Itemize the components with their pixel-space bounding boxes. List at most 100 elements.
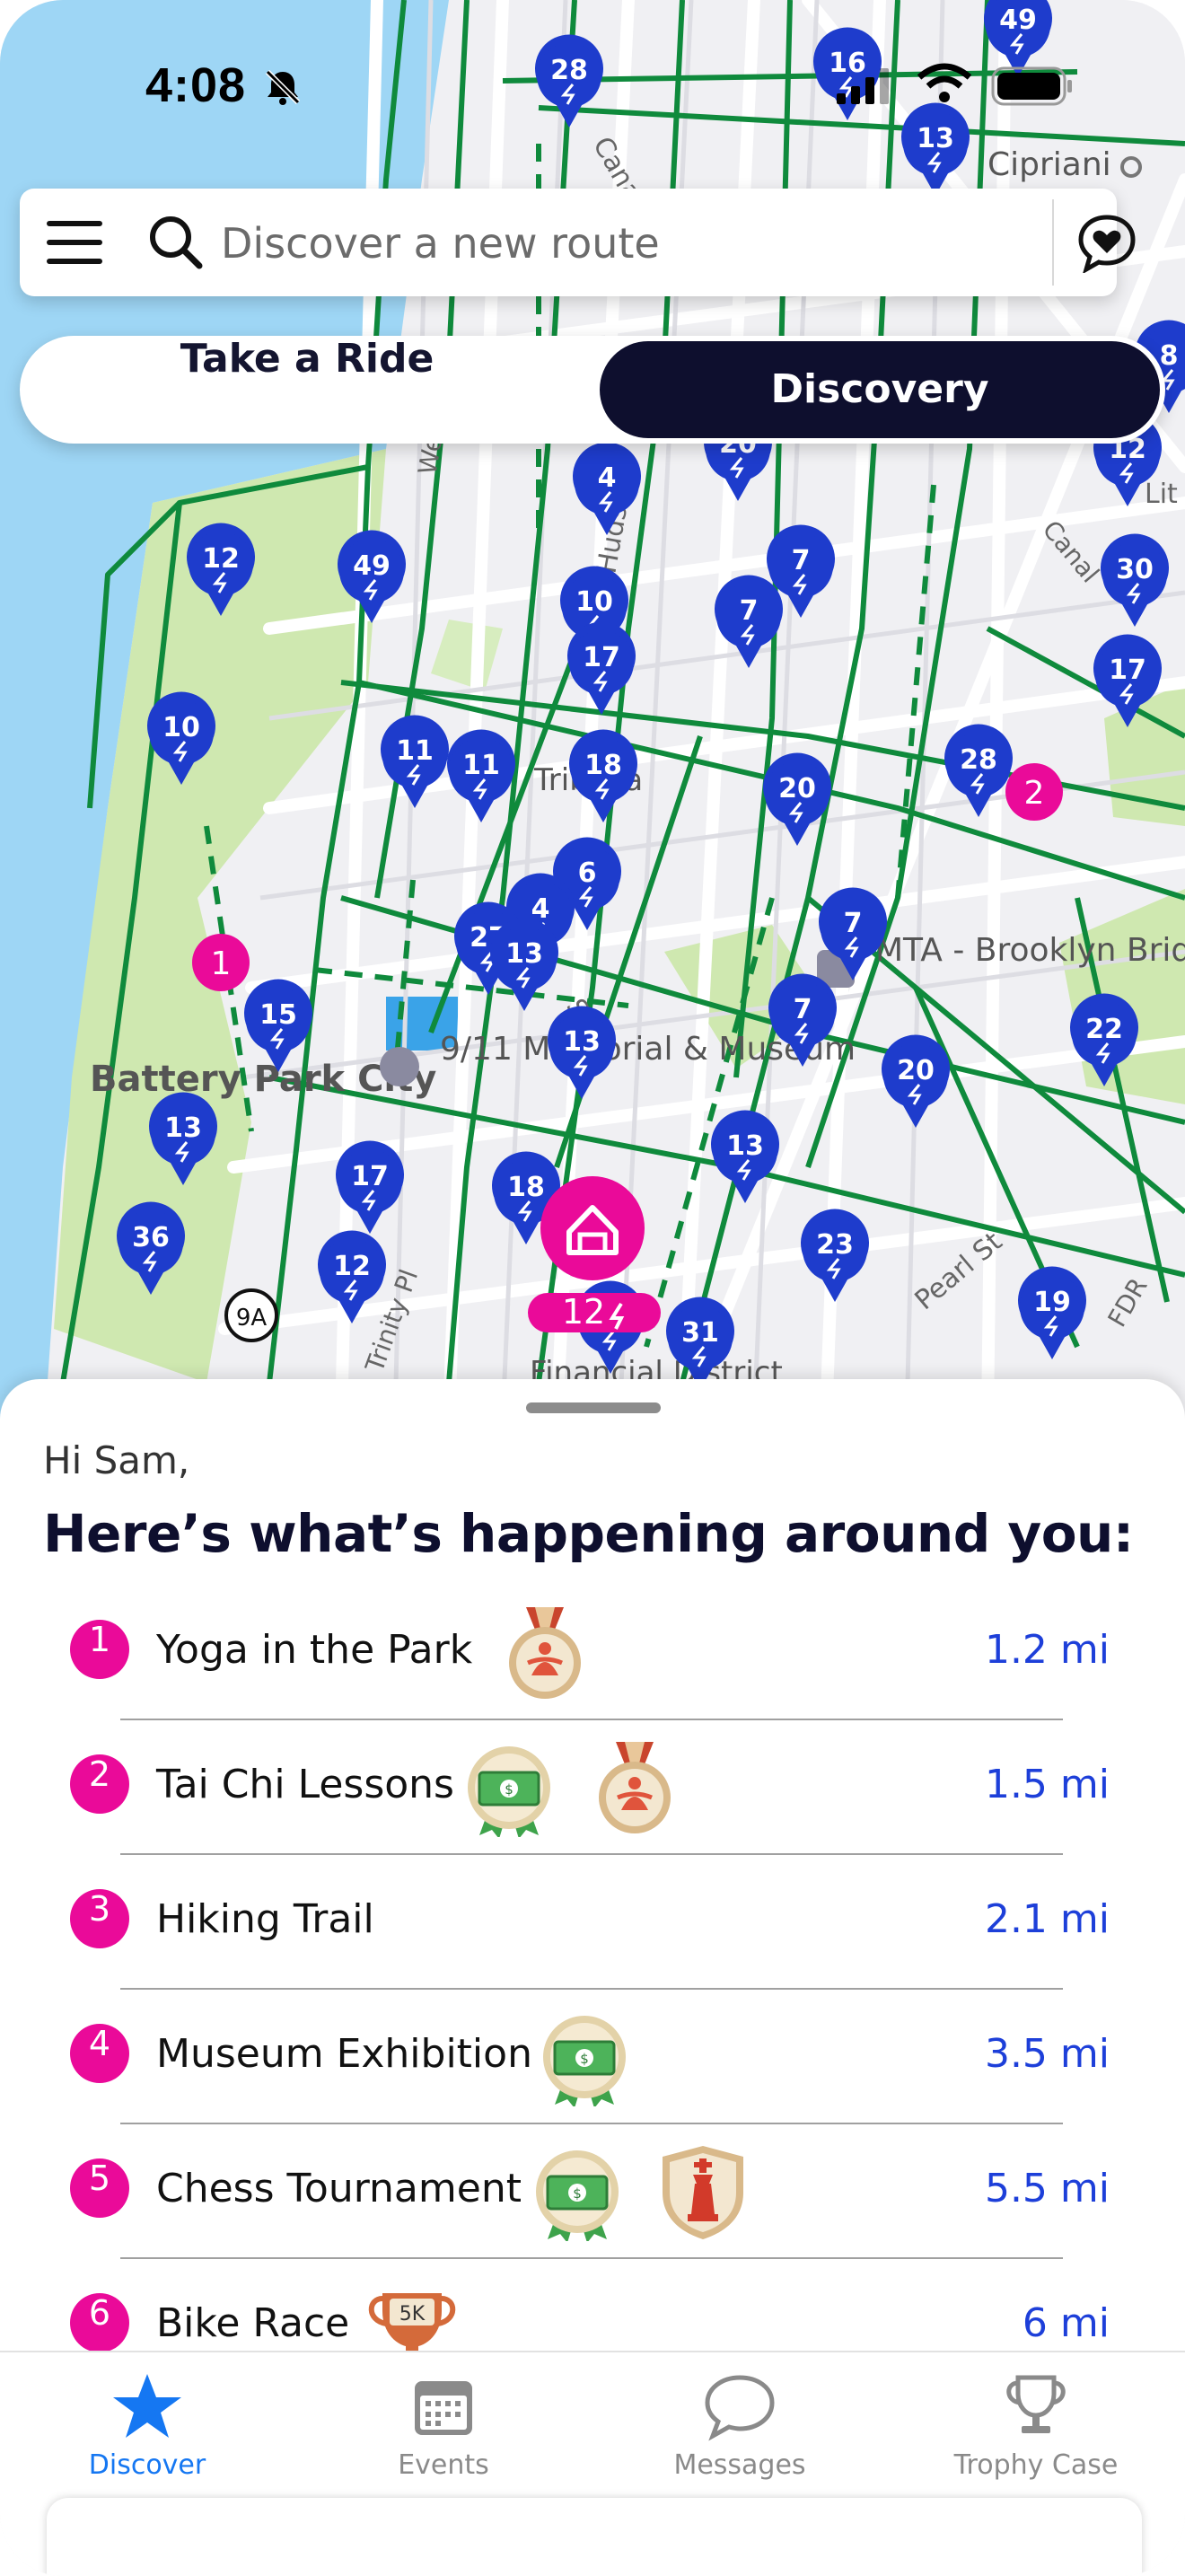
discovery-tab[interactable]: Discovery bbox=[600, 341, 1160, 438]
bike-station-count: 49 bbox=[353, 550, 391, 582]
tab-messages[interactable]: Messages bbox=[650, 2370, 830, 2505]
chess-shield-icon bbox=[663, 2146, 743, 2239]
bike-station-count: 17 bbox=[583, 642, 620, 673]
greeting-text: Hi Sam, bbox=[43, 1438, 190, 1482]
search-input[interactable] bbox=[219, 214, 1031, 273]
map-label-mta: MTA - Brooklyn Bridge - City Hall bbox=[875, 932, 1185, 969]
bike-station-count: 17 bbox=[351, 1161, 389, 1192]
bike-station-count: 4 bbox=[598, 462, 617, 494]
chat-bubble-icon bbox=[705, 2375, 775, 2441]
event-name: Bike Race bbox=[156, 2300, 350, 2346]
take-a-ride-tab[interactable]: Take a Ride bbox=[20, 336, 594, 444]
cash-badge-icon: $ bbox=[468, 1746, 550, 1837]
event-distance: 5.5 mi bbox=[984, 2166, 1110, 2211]
status-bar: 4:08 bbox=[0, 54, 1185, 117]
event-distance: 1.5 mi bbox=[984, 1762, 1110, 1807]
event-row-hiking[interactable]: 3 Hiking Trail 2.1 mi bbox=[0, 1855, 1185, 1990]
svg-text:2: 2 bbox=[1024, 775, 1045, 812]
mode-toggle: Take a Ride Discovery bbox=[20, 336, 1165, 444]
svg-text:12: 12 bbox=[562, 1292, 605, 1332]
bike-station-count: 10 bbox=[162, 712, 200, 743]
bike-station-count: 13 bbox=[505, 938, 543, 970]
event-distance: 3.5 mi bbox=[984, 2031, 1110, 2077]
tab-label: Events bbox=[398, 2449, 489, 2481]
bike-station-count: 22 bbox=[1085, 1014, 1123, 1045]
bell-muted-icon bbox=[265, 69, 301, 105]
tab-events[interactable]: Events bbox=[354, 2370, 533, 2505]
route-9a-label: 9A bbox=[236, 1305, 268, 1332]
bike-station-count: 7 bbox=[792, 545, 811, 576]
event-marker-1[interactable]: 1 bbox=[192, 934, 250, 991]
bike-station-count: 15 bbox=[259, 999, 297, 1031]
sheet-heading: Here’s what’s happening around you: bbox=[43, 1503, 1134, 1564]
hamburger-menu-icon[interactable] bbox=[47, 221, 102, 264]
tab-discover[interactable]: Discover bbox=[57, 2370, 237, 2505]
bike-station-count: 8 bbox=[1160, 340, 1179, 372]
bike-station-count: 13 bbox=[917, 123, 954, 154]
event-row-museum[interactable]: 4 Museum Exhibition $ 3.5 mi bbox=[0, 1990, 1185, 2124]
svg-text:$: $ bbox=[573, 2185, 582, 2202]
event-number-badge: 1 bbox=[70, 1620, 129, 1679]
meditation-medal-icon bbox=[509, 1607, 581, 1699]
wifi-icon bbox=[917, 63, 971, 102]
event-name: Hiking Trail bbox=[156, 1896, 374, 1942]
tab-label: Discover bbox=[88, 2449, 206, 2481]
event-number-badge: 6 bbox=[70, 2293, 129, 2352]
svg-text:5K: 5K bbox=[399, 2303, 426, 2325]
event-badges: $ bbox=[535, 2008, 634, 2106]
bike-station-count: 11 bbox=[462, 750, 500, 781]
event-row-chess[interactable]: 5 Chess Tournament $ 5.5 mi bbox=[0, 2124, 1185, 2259]
museum-poi-icon bbox=[380, 1047, 419, 1086]
event-marker-2[interactable]: 2 bbox=[1005, 763, 1063, 821]
search-icon bbox=[150, 216, 203, 269]
event-number-badge: 5 bbox=[70, 2158, 129, 2218]
bike-station-count: 20 bbox=[778, 773, 816, 804]
cash-badge-icon: $ bbox=[536, 2150, 619, 2241]
star-icon bbox=[113, 2374, 181, 2438]
peek-card[interactable] bbox=[47, 2498, 1142, 2576]
event-name: Yoga in the Park bbox=[156, 1627, 473, 1673]
bike-station-count: 23 bbox=[816, 1229, 854, 1261]
sheet-drag-handle[interactable] bbox=[526, 1402, 661, 1413]
bike-station-count: 13 bbox=[164, 1112, 202, 1144]
map-label-lit: Lit bbox=[1145, 479, 1178, 510]
svg-text:1: 1 bbox=[211, 945, 232, 982]
event-distance: 2.1 mi bbox=[984, 1896, 1110, 1942]
bike-station-count: 17 bbox=[1109, 655, 1146, 686]
bike-station-count: 19 bbox=[1033, 1287, 1071, 1318]
bike-station-count: 49 bbox=[999, 4, 1037, 36]
tab-trophy-case[interactable]: Trophy Case bbox=[946, 2370, 1126, 2505]
svg-text:$: $ bbox=[580, 2051, 589, 2067]
bike-station-count: 7 bbox=[794, 994, 812, 1025]
bike-station-count: 12 bbox=[333, 1251, 371, 1282]
svg-text:$: $ bbox=[505, 1781, 514, 1798]
event-number-badge: 3 bbox=[70, 1889, 129, 1948]
bike-station-count: 6 bbox=[578, 857, 597, 889]
app-screen: Canal St Hudson West Canal Trinity Pl Pe… bbox=[0, 0, 1185, 2576]
bike-station-count: 36 bbox=[132, 1222, 170, 1253]
tab-label: Messages bbox=[673, 2449, 806, 2481]
bike-station-count: 12 bbox=[202, 543, 240, 575]
event-distance: 6 mi bbox=[1022, 2300, 1110, 2346]
event-badges: $ bbox=[460, 1738, 684, 1837]
search-bar bbox=[20, 189, 1136, 296]
bike-station-count: 28 bbox=[960, 744, 997, 776]
bike-station-count: 7 bbox=[740, 595, 759, 627]
event-number-badge: 4 bbox=[70, 2024, 129, 2083]
event-name: Tai Chi Lessons bbox=[156, 1762, 454, 1807]
map-label-cipriani: Cipriani bbox=[988, 146, 1111, 183]
event-row-yoga[interactable]: 1 Yoga in the Park 1.2 mi bbox=[0, 1586, 1185, 1720]
calendar-icon bbox=[415, 2381, 472, 2435]
event-name: Chess Tournament bbox=[156, 2166, 522, 2211]
bottom-tab-bar: Discover Events Messages Trophy Case bbox=[0, 2351, 1185, 2576]
bike-station-count: 7 bbox=[844, 908, 863, 939]
bike-station-count: 18 bbox=[584, 750, 622, 781]
bike-station-count: 30 bbox=[1116, 554, 1154, 585]
signal-icon bbox=[837, 68, 889, 104]
event-name: Museum Exhibition bbox=[156, 2031, 532, 2077]
chat-heart-icon[interactable] bbox=[1077, 214, 1137, 273]
cash-badge-icon: $ bbox=[543, 2016, 626, 2106]
event-row-tai-chi[interactable]: 2 Tai Chi Lessons $ 1.5 mi bbox=[0, 1720, 1185, 1855]
event-badges: $ bbox=[528, 2142, 752, 2241]
battery-icon bbox=[991, 66, 1072, 106]
